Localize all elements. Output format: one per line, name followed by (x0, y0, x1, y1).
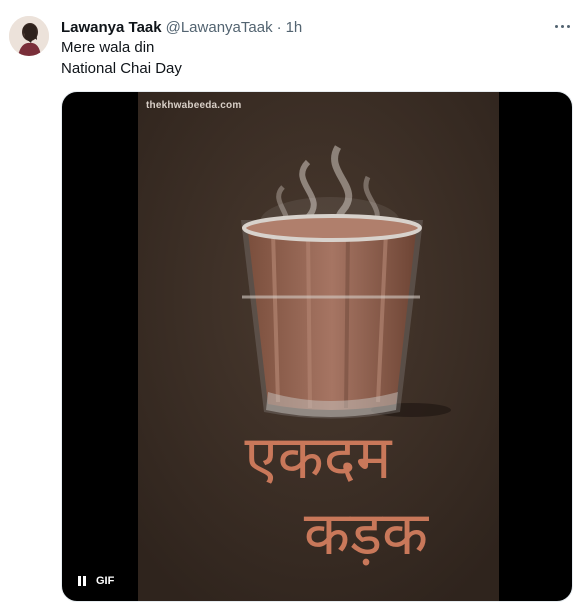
tweet[interactable]: Lawanya Taak @LawanyaTaak · 1h Mere wala… (0, 0, 586, 602)
gif-badge: GIF (96, 575, 115, 587)
display-name[interactable]: Lawanya Taak (61, 19, 162, 36)
tweet-text-line: National Chai Day (61, 60, 182, 77)
more-options-icon[interactable] (550, 14, 574, 38)
chai-glass-illustration: एकदम कड़क (138, 92, 499, 601)
pause-icon[interactable] (78, 576, 88, 586)
watermark: thekhwabeeda.com (146, 100, 242, 111)
tweet-text-line: Mere wala din (61, 39, 155, 56)
caption-line-2: कड़क (304, 499, 429, 569)
caption-line-1: एकदम (245, 423, 393, 493)
avatar[interactable] (9, 16, 49, 56)
timestamp[interactable]: 1h (286, 19, 303, 36)
separator-dot: · (276, 18, 282, 36)
tweet-header: Lawanya Taak @LawanyaTaak · 1h (61, 17, 574, 37)
gif-frame: एकदम कड़क thekhwabeeda.com (138, 92, 499, 601)
avatar-image (9, 16, 49, 56)
gif-controls: GIF (78, 575, 114, 587)
user-handle[interactable]: @LawanyaTaak (166, 19, 273, 36)
gif-media[interactable]: एकदम कड़क thekhwabeeda.com GIF (61, 91, 573, 602)
